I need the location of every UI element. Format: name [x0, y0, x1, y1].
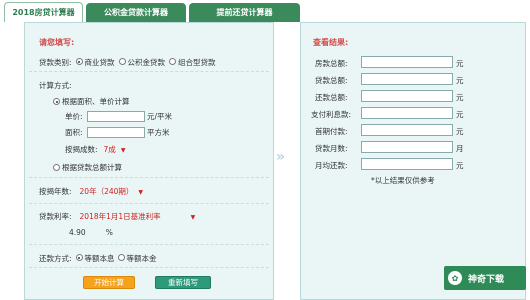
dropdown-arrow-icon[interactable]: ▼	[121, 147, 126, 154]
unit-price-label: 单价:	[65, 112, 83, 121]
tab-house-loan-calculator[interactable]: 2018房贷计算器	[4, 2, 83, 22]
ratio-label: 按揭成数:	[65, 145, 98, 154]
radio-selected-icon[interactable]	[75, 254, 83, 261]
loan-type-commercial[interactable]: 商业贷款	[75, 57, 115, 68]
rate-select[interactable]: 2018年1月1日基准利率 ▼	[80, 211, 196, 222]
years-label: 按揭年数:	[39, 187, 72, 196]
result-title: 查看结果:	[313, 38, 349, 47]
result-field[interactable]	[361, 124, 453, 136]
method-area-option[interactable]: 根据面积、单价计算	[53, 96, 130, 107]
result-unit: 元	[456, 110, 464, 119]
area-input[interactable]	[87, 127, 145, 138]
rate-unit: %	[105, 228, 113, 237]
result-field[interactable]	[361, 90, 453, 102]
dropdown-arrow-icon[interactable]: ▼	[191, 214, 196, 221]
start-calculate-button[interactable]: 开始计算	[83, 276, 135, 289]
rate-row: 贷款利率: 2018年1月1日基准利率 ▼	[39, 211, 195, 222]
radio-icon[interactable]	[118, 58, 126, 65]
result-label: 贷款总额:	[315, 76, 348, 85]
repay-row: 还款方式: 等额本息 等额本金	[39, 253, 157, 264]
radio-icon[interactable]	[117, 254, 125, 261]
divider	[29, 203, 269, 204]
unit-price-input[interactable]	[87, 111, 145, 122]
rate-number-row: 4.90 %	[69, 228, 113, 237]
result-label: 支付利息款:	[311, 110, 352, 119]
result-field[interactable]	[361, 107, 453, 119]
loan-type-provident[interactable]: 公积金贷款	[118, 57, 165, 68]
chevron-right-icon: »	[276, 149, 285, 165]
form-title: 请您填写:	[39, 38, 75, 47]
leaf-icon: ✿	[448, 271, 462, 285]
result-unit: 元	[456, 93, 464, 102]
input-panel: 请您填写: 贷款类别: 商业贷款 公积金贷款 组合型贷款 计算方式: 根据面积、…	[24, 22, 274, 300]
radio-icon[interactable]	[53, 164, 60, 171]
divider	[29, 71, 269, 72]
result-label: 房款总额:	[315, 59, 348, 68]
divider	[29, 244, 269, 245]
dropdown-arrow-icon[interactable]: ▼	[138, 189, 143, 196]
radio-icon[interactable]	[169, 58, 177, 65]
years-row: 按揭年数: 20年（240期） ▼	[39, 186, 143, 197]
result-unit: 元	[456, 127, 464, 136]
repay-equal-principal[interactable]: 等额本金	[117, 253, 157, 264]
radio-selected-icon[interactable]	[53, 98, 60, 105]
tab-bar: 2018房贷计算器 公积金贷款计算器 提前还贷计算器	[0, 0, 530, 22]
ratio-row: 按揭成数: 7成 ▼	[65, 144, 125, 155]
divider	[29, 177, 269, 178]
result-label: 贷款月数:	[315, 144, 348, 153]
result-field[interactable]	[361, 141, 453, 153]
result-label: 首期付款:	[315, 127, 348, 136]
result-panel: 查看结果: 房款总额: 元 贷款总额: 元 还款总额: 元 支付利息款: 元 首…	[300, 22, 526, 300]
result-field[interactable]	[361, 73, 453, 85]
repay-label: 还款方式:	[39, 254, 72, 263]
result-unit: 元	[456, 161, 464, 170]
result-unit: 元	[456, 76, 464, 85]
result-field[interactable]	[361, 56, 453, 68]
method-total-option[interactable]: 根据贷款总额计算	[53, 162, 122, 173]
result-label: 还款总额:	[315, 93, 348, 102]
years-select[interactable]: 20年（240期） ▼	[80, 186, 143, 197]
loan-type-combined[interactable]: 组合型贷款	[169, 57, 216, 68]
area-unit: 平方米	[147, 128, 170, 137]
ratio-select[interactable]: 7成 ▼	[104, 144, 126, 155]
unit-price-row: 单价: 元/平米	[65, 111, 172, 122]
repay-equal-installment[interactable]: 等额本息	[75, 253, 115, 264]
area-label: 面积:	[65, 128, 83, 137]
rate-number: 4.90	[69, 228, 86, 237]
result-unit: 元	[456, 59, 464, 68]
watermark-logo: ✿ 神奇下载	[444, 266, 526, 290]
calc-method-label: 计算方式:	[39, 81, 72, 90]
result-field[interactable]	[361, 158, 453, 170]
loan-type-row: 贷款类别: 商业贷款 公积金贷款 组合型贷款	[39, 57, 216, 68]
area-row: 面积: 平方米	[65, 127, 170, 138]
unit-price-unit: 元/平米	[147, 112, 173, 121]
rate-label: 贷款利率:	[39, 212, 72, 221]
radio-selected-icon[interactable]	[75, 58, 83, 65]
loan-type-label: 贷款类别:	[39, 58, 72, 67]
divider	[29, 267, 269, 268]
reset-button[interactable]: 重新填写	[155, 276, 211, 289]
result-unit: 月	[456, 144, 464, 153]
tab-prepayment-calculator[interactable]: 提前还贷计算器	[189, 3, 300, 22]
result-label: 月均还款:	[315, 161, 348, 170]
result-note: *以上结果仅供参考	[371, 176, 435, 185]
tab-provident-fund-calculator[interactable]: 公积金贷款计算器	[86, 3, 186, 22]
watermark-text: 神奇下载	[468, 274, 505, 285]
